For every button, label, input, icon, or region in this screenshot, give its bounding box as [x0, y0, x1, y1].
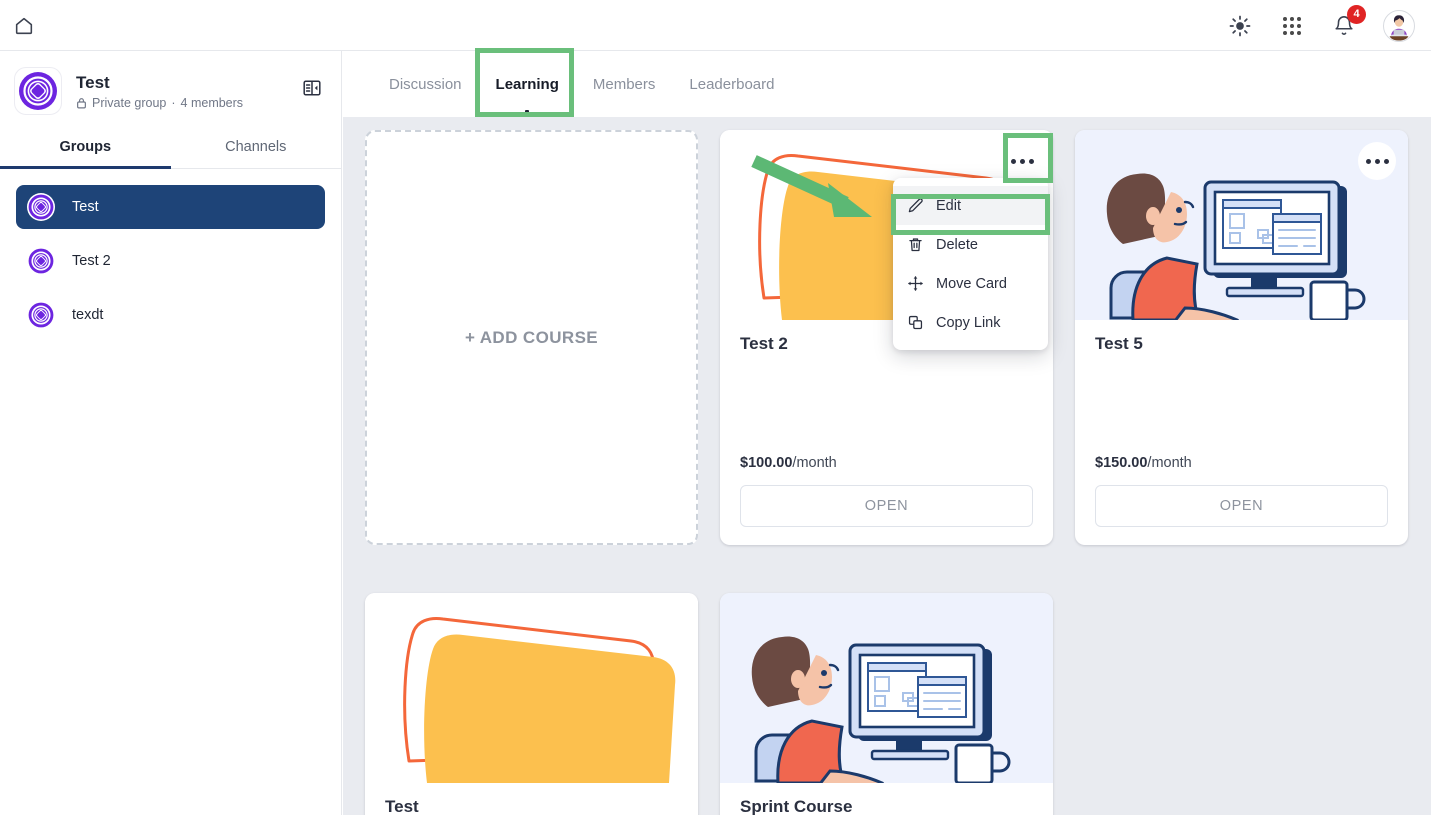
open-course-button[interactable]: OPEN [740, 485, 1033, 527]
course-title: Test [385, 797, 419, 815]
course-price: $150.00/month [1095, 455, 1192, 471]
tab-leaderboard-label: Leaderboard [689, 75, 775, 93]
add-course-label: + ADD COURSE [464, 327, 599, 347]
sidebar-tab-groups[interactable]: Groups [0, 125, 171, 169]
tab-members-label: Members [592, 75, 656, 93]
sidebar-item-texdt[interactable]: texdt [16, 293, 325, 337]
group-meta: Test Private group · 4 members [76, 72, 243, 110]
group-header: Test Private group · 4 members [0, 51, 341, 125]
desk-person-illustration [720, 593, 1053, 783]
context-menu-item-copy-link[interactable]: Copy Link [893, 303, 1048, 342]
course-price-amount: $150.00 [1095, 455, 1148, 471]
sidebar-tab-groups-label: Groups [59, 138, 112, 155]
copy-icon [907, 314, 924, 331]
add-course-card[interactable]: + ADD COURSE [365, 130, 698, 545]
course-title: Sprint Course [740, 797, 853, 815]
group-subtitle: Private group · 4 members [76, 96, 243, 110]
context-menu-item-label: Delete [936, 236, 978, 253]
course-price-period: /month [1147, 455, 1192, 471]
group-logo-icon [26, 300, 56, 330]
open-course-label: OPEN [1219, 498, 1264, 514]
open-course-label: OPEN [864, 498, 909, 514]
sidebar-group-list: Test Test 2 texdt [0, 169, 341, 337]
course-card-body: Test 5 $150.00/month OPEN [1075, 320, 1408, 545]
course-price-amount: $100.00 [740, 455, 793, 471]
group-members-count: 4 members [180, 96, 244, 111]
tab-learning[interactable]: Learning [480, 66, 575, 103]
apps-grid-dots [1283, 16, 1301, 35]
tab-learning-label: Learning [495, 75, 559, 93]
top-bar-actions: 4 [1227, 0, 1415, 51]
avatar[interactable] [1383, 9, 1415, 42]
course-grid: + ADD COURSE Test 2 $100.00/month OPEN T… [343, 117, 1431, 815]
sidebar-tabs: Groups Channels [0, 125, 341, 169]
context-menu-item-move-card[interactable]: Move Card [893, 264, 1048, 303]
folder-illustration [365, 593, 698, 783]
course-price: $100.00/month [740, 455, 837, 471]
app-root: 4 Test Private group · 4 members Groups … [0, 0, 1431, 815]
apps-grid-icon[interactable] [1279, 13, 1305, 39]
course-card-test-5[interactable]: Test 5 $150.00/month OPEN [1075, 130, 1408, 545]
course-card-sprint-course[interactable]: Sprint Course [720, 593, 1053, 815]
sidebar-item-test-2[interactable]: Test 2 [16, 239, 325, 283]
group-logo-icon [26, 246, 56, 276]
context-menu-item-edit[interactable]: Edit [893, 186, 1048, 225]
tab-leaderboard[interactable]: Leaderboard [673, 66, 790, 103]
tab-discussion-label: Discussion [389, 75, 462, 93]
context-menu-item-label: Copy Link [936, 314, 1001, 331]
main-tabs: Discussion Learning Members Leaderboard [343, 51, 1431, 117]
home-icon[interactable] [10, 12, 38, 40]
context-menu-item-label: Edit [936, 197, 961, 214]
bell-icon[interactable]: 4 [1331, 4, 1366, 39]
sidebar-item-label: texdt [72, 307, 104, 323]
group-logo-icon [26, 192, 56, 222]
notification-badge: 4 [1347, 4, 1366, 24]
context-menu-item-delete[interactable]: Delete [893, 225, 1048, 264]
more-options-icon[interactable] [1358, 142, 1396, 180]
collapse-panel-icon[interactable] [301, 77, 323, 99]
more-options-icon[interactable] [1003, 142, 1041, 180]
course-price-period: /month [792, 455, 837, 471]
top-bar: 4 [0, 0, 1431, 51]
left-sidebar: Test Private group · 4 members Groups Ch… [0, 51, 342, 815]
sidebar-tab-channels-label: Channels [225, 138, 287, 155]
course-card-body: Test 2 $100.00/month OPEN [720, 320, 1053, 545]
lock-icon [76, 97, 87, 109]
group-privacy-label: Private group [92, 96, 167, 111]
group-logo-icon [14, 67, 62, 115]
tab-discussion[interactable]: Discussion [373, 66, 478, 103]
group-title: Test [76, 72, 110, 92]
move-icon [907, 275, 924, 292]
main-content: Discussion Learning Members Leaderboard … [343, 51, 1431, 815]
course-card-test[interactable]: Test [365, 593, 698, 815]
tab-members[interactable]: Members [577, 66, 672, 103]
course-title: Test 5 [1095, 334, 1143, 353]
sidebar-item-label: Test 2 [72, 253, 111, 269]
context-menu-item-label: Move Card [936, 275, 1007, 292]
sidebar-tab-channels[interactable]: Channels [171, 125, 342, 168]
card-context-menu: Edit Delete Move Card Copy Link [893, 178, 1048, 350]
group-sub-separator: · [171, 96, 176, 111]
open-course-button[interactable]: OPEN [1095, 485, 1388, 527]
sidebar-item-test[interactable]: Test [16, 185, 325, 229]
pencil-icon [907, 197, 924, 214]
trash-icon [907, 236, 924, 253]
sidebar-item-label: Test [72, 199, 99, 215]
sun-icon[interactable] [1227, 13, 1253, 39]
